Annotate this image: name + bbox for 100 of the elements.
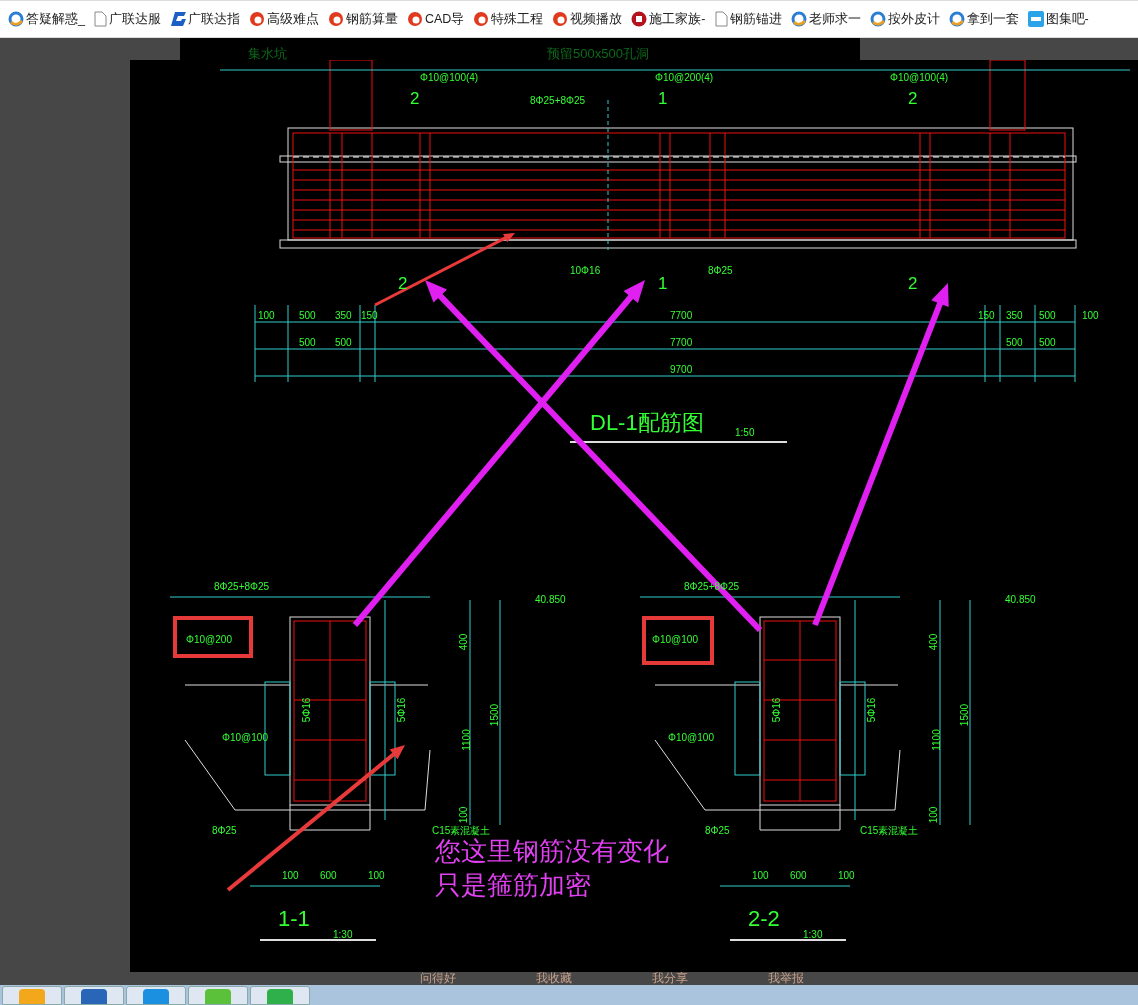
app-icon <box>267 989 293 1004</box>
app-icon <box>143 989 169 1004</box>
browser-logo-icon <box>790 11 807 27</box>
bookmark-link[interactable]: 拿到一套 <box>948 9 1019 29</box>
drawing-label: 500 <box>1039 338 1056 348</box>
page-icon <box>714 11 728 27</box>
drawing-label: 400 <box>929 633 940 651</box>
drawing-label: 8Φ25 <box>708 266 733 276</box>
drawing-label: 1500 <box>490 703 501 727</box>
bookmark-link[interactable]: 广联达服 <box>93 9 161 29</box>
drawing-title: 1-1 <box>278 908 310 930</box>
drawing-label: 500 <box>299 338 316 348</box>
drawing-label: 100 <box>258 311 275 321</box>
bookmark-link[interactable]: 老师求一 <box>790 9 861 29</box>
bookmark-link[interactable]: 钢筋锚进 <box>714 9 782 29</box>
swirl-logo-icon <box>473 11 490 27</box>
bookmark-link[interactable]: 视频播放 <box>552 9 623 29</box>
page-icon <box>93 11 107 27</box>
drawing-label: 500 <box>1039 311 1056 321</box>
drawing-label: 集水坑 <box>248 47 287 60</box>
drawing-label: 8Φ25 <box>212 826 237 836</box>
action-link[interactable]: 我举报 <box>768 972 804 985</box>
drawing-label: 5Φ16 <box>397 697 408 723</box>
drawing-label: 10Φ16 <box>570 266 601 276</box>
drawing-label: 1:50 <box>735 428 755 438</box>
drawing-label: 150 <box>978 311 995 321</box>
drawing-label: 500 <box>335 338 352 348</box>
drawing-label: 40.850 <box>1005 595 1036 605</box>
bookmark-link[interactable]: CAD导 <box>406 9 465 29</box>
drawing-label: Φ10@100(4) <box>890 73 949 83</box>
drawing-label: Φ10@100 <box>222 733 268 743</box>
drawing-label: 1100 <box>931 729 942 751</box>
drawing-label: C15素混凝土 <box>860 826 919 836</box>
tile-logo-icon <box>1027 11 1044 27</box>
drawing-label: 1 <box>658 275 668 292</box>
drawing-label: 5Φ16 <box>772 697 783 723</box>
drawing-label: 8Φ25 <box>705 826 730 836</box>
action-link[interactable]: 我收藏 <box>536 972 572 985</box>
drawing-label: 1500 <box>960 703 971 727</box>
browser-logo-icon <box>8 11 24 27</box>
bookmark-link[interactable]: 答疑解惑_ <box>8 9 85 29</box>
taskbar-app-button[interactable] <box>188 986 248 1005</box>
app-icon <box>205 989 231 1004</box>
drawing-title: 2-2 <box>748 908 780 930</box>
annotation-text: 只是箍筋加密 <box>435 872 591 898</box>
app-icon <box>19 989 45 1004</box>
drawing-label: 500 <box>299 311 316 321</box>
action-link[interactable]: 问得好 <box>420 972 456 985</box>
round-logo-icon <box>631 11 648 27</box>
bookmark-link[interactable]: 按外皮计 <box>869 9 940 29</box>
drawing-label: 2 <box>908 90 918 107</box>
drawing-label: C15素混凝土 <box>432 826 491 836</box>
action-link[interactable]: 我分享 <box>652 972 688 985</box>
logo-icon <box>169 12 186 26</box>
drawing-label: Φ10@200(4) <box>655 73 714 83</box>
drawing-label: 1:30 <box>803 930 823 940</box>
swirl-logo-icon <box>406 11 423 27</box>
drawing-label: 9700 <box>670 365 693 375</box>
browser-logo-icon <box>948 11 965 27</box>
bookmark-link[interactable]: 钢筋算量 <box>327 9 398 29</box>
drawing-label: 600 <box>320 871 337 881</box>
bookmark-link[interactable]: 高级难点 <box>248 9 319 29</box>
taskbar-app-button[interactable] <box>64 986 124 1005</box>
drawing-label: 100 <box>752 871 769 881</box>
drawing-label: 100 <box>368 871 385 881</box>
bookmark-link[interactable]: 施工家族- <box>631 9 706 29</box>
drawing-label: 100 <box>838 871 855 881</box>
drawing-label: 2 <box>908 275 918 292</box>
drawing-label: 8Φ25+8Φ25 <box>530 96 586 106</box>
drawing-label: 2 <box>410 90 420 107</box>
app-icon <box>81 989 107 1004</box>
highlight-box <box>642 616 714 665</box>
bookmark-link[interactable]: 图集吧- <box>1027 9 1089 29</box>
drawing-label: 1:30 <box>333 930 353 940</box>
drawing-title: DL-1配筋图 <box>590 412 704 434</box>
swirl-logo-icon <box>248 11 265 27</box>
bookmark-link[interactable]: 广联达指 <box>169 9 240 29</box>
drawing-label: 100 <box>1082 311 1099 321</box>
drawing-label: 1100 <box>461 729 472 751</box>
browser-logo-icon <box>869 11 886 27</box>
drawing-label: Φ10@200 <box>186 635 232 645</box>
drawing-label: 8Φ25+8Φ25 <box>214 582 270 592</box>
swirl-logo-icon <box>552 11 569 27</box>
bookmark-link[interactable]: 特殊工程 <box>473 9 544 29</box>
taskbar-app-button[interactable] <box>250 986 310 1005</box>
drawing-label: 500 <box>1006 338 1023 348</box>
drawing-label: 7700 <box>670 338 693 348</box>
drawing-label: Φ10@100 <box>668 733 714 743</box>
drawing-label: 100 <box>929 806 940 824</box>
taskbar-app-button[interactable] <box>2 986 62 1005</box>
drawing-label: 40.850 <box>535 595 566 605</box>
drawing-label: 1 <box>658 90 668 107</box>
drawing-label: 100 <box>282 871 299 881</box>
swirl-logo-icon <box>327 11 344 27</box>
drawing-label: 400 <box>459 633 470 651</box>
drawing-label: 2 <box>398 275 408 292</box>
drawing-label: 预留500x500孔洞 <box>547 47 649 60</box>
taskbar-app-button[interactable] <box>126 986 186 1005</box>
drawing-label: 100 <box>459 806 470 824</box>
drawing-label: 150 <box>361 311 378 321</box>
